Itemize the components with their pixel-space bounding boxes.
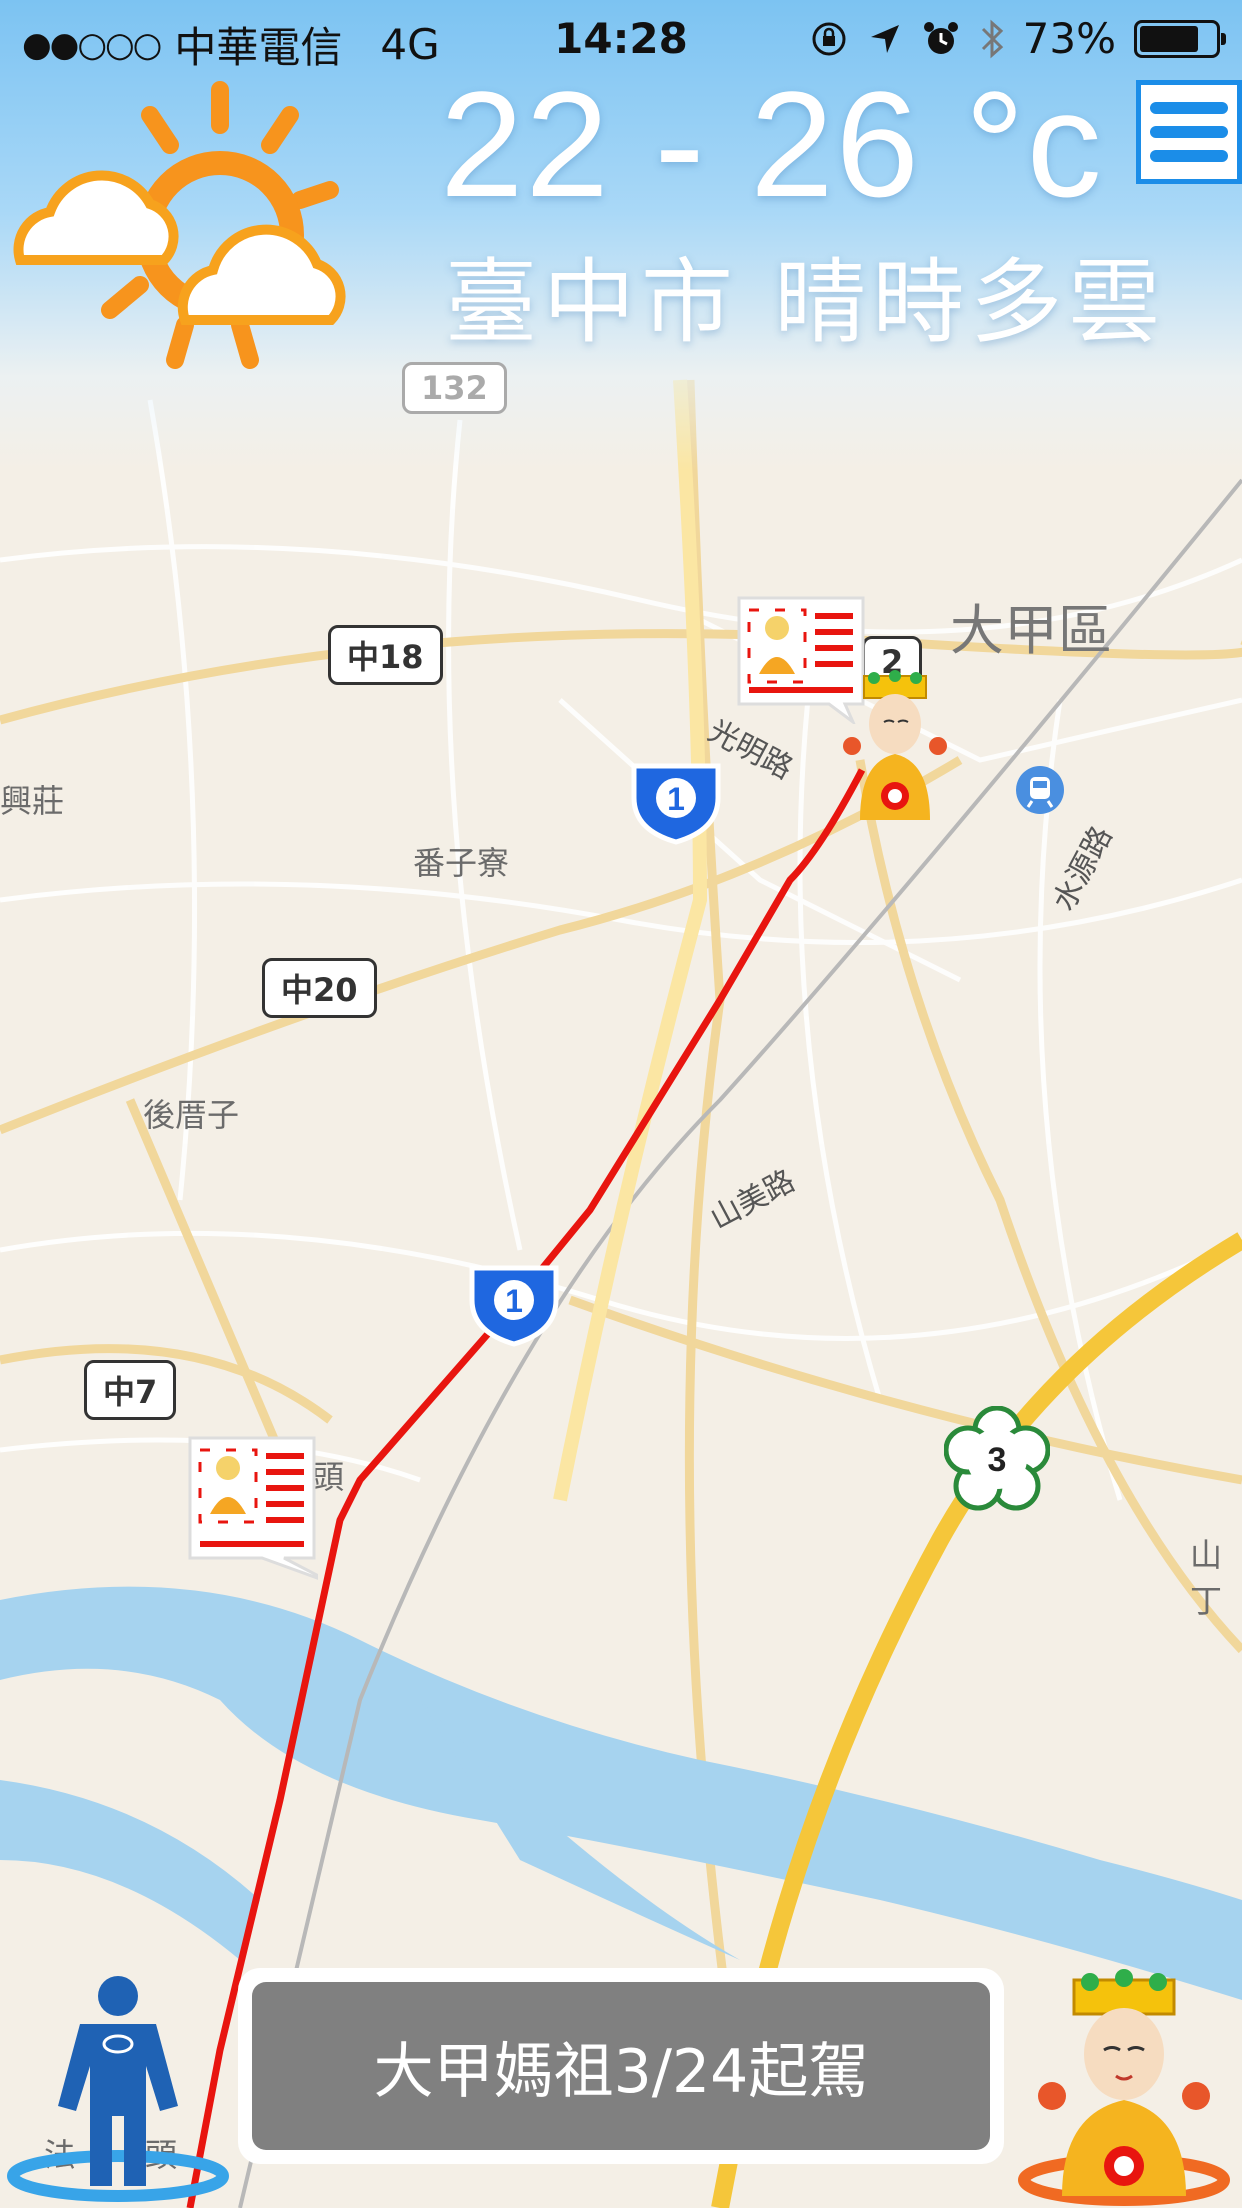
svg-text:1: 1 [505,1283,523,1319]
road-shield: 中18 [328,625,443,685]
mazu-location-button[interactable] [1012,1966,1242,2208]
freeway-shield-icon: 1 [469,1265,559,1347]
road-shield: 132 [402,362,507,414]
place-label: 番子寮 [413,844,510,882]
mazu-figure-marker[interactable] [840,670,950,820]
freeway-shield-icon: 1 [631,763,721,845]
temple-sign-marker[interactable] [186,1434,318,1584]
train-station-icon[interactable] [1015,765,1065,815]
district-label: 大甲區 [950,599,1112,662]
svg-text:3: 3 [988,1441,1007,1479]
departure-notice-button[interactable]: 大甲媽祖3/24起駕 [238,1968,1004,2164]
battery-percent: 73% [1022,14,1116,63]
road-shield: 中7 [84,1360,177,1420]
orientation-lock-icon [812,22,846,55]
road-shield: 中20 [262,958,377,1018]
battery-icon [1134,19,1226,58]
hamburger-menu-icon[interactable] [1136,80,1242,184]
pilgrim-location-button[interactable] [0,1966,230,2208]
sun-cloud-icon [13,81,346,369]
bluetooth-icon [981,19,1003,58]
provincial-highway-shield-icon: 3 [944,1406,1050,1511]
alarm-icon [923,21,958,54]
departure-notice-text: 大甲媽祖3/24起駕 [252,1982,990,2150]
status-bar: ●●○○○ 中華電信 4G 14:28 73% [0,0,1242,84]
weather-condition: 臺中市 晴時多雲 [445,249,1167,356]
place-label: 山丁 [1190,1536,1223,1620]
place-label: 後厝子 [143,1096,240,1134]
svg-text:1: 1 [667,781,685,817]
location-arrow-icon [870,24,899,53]
place-label: 興莊 [0,782,65,820]
